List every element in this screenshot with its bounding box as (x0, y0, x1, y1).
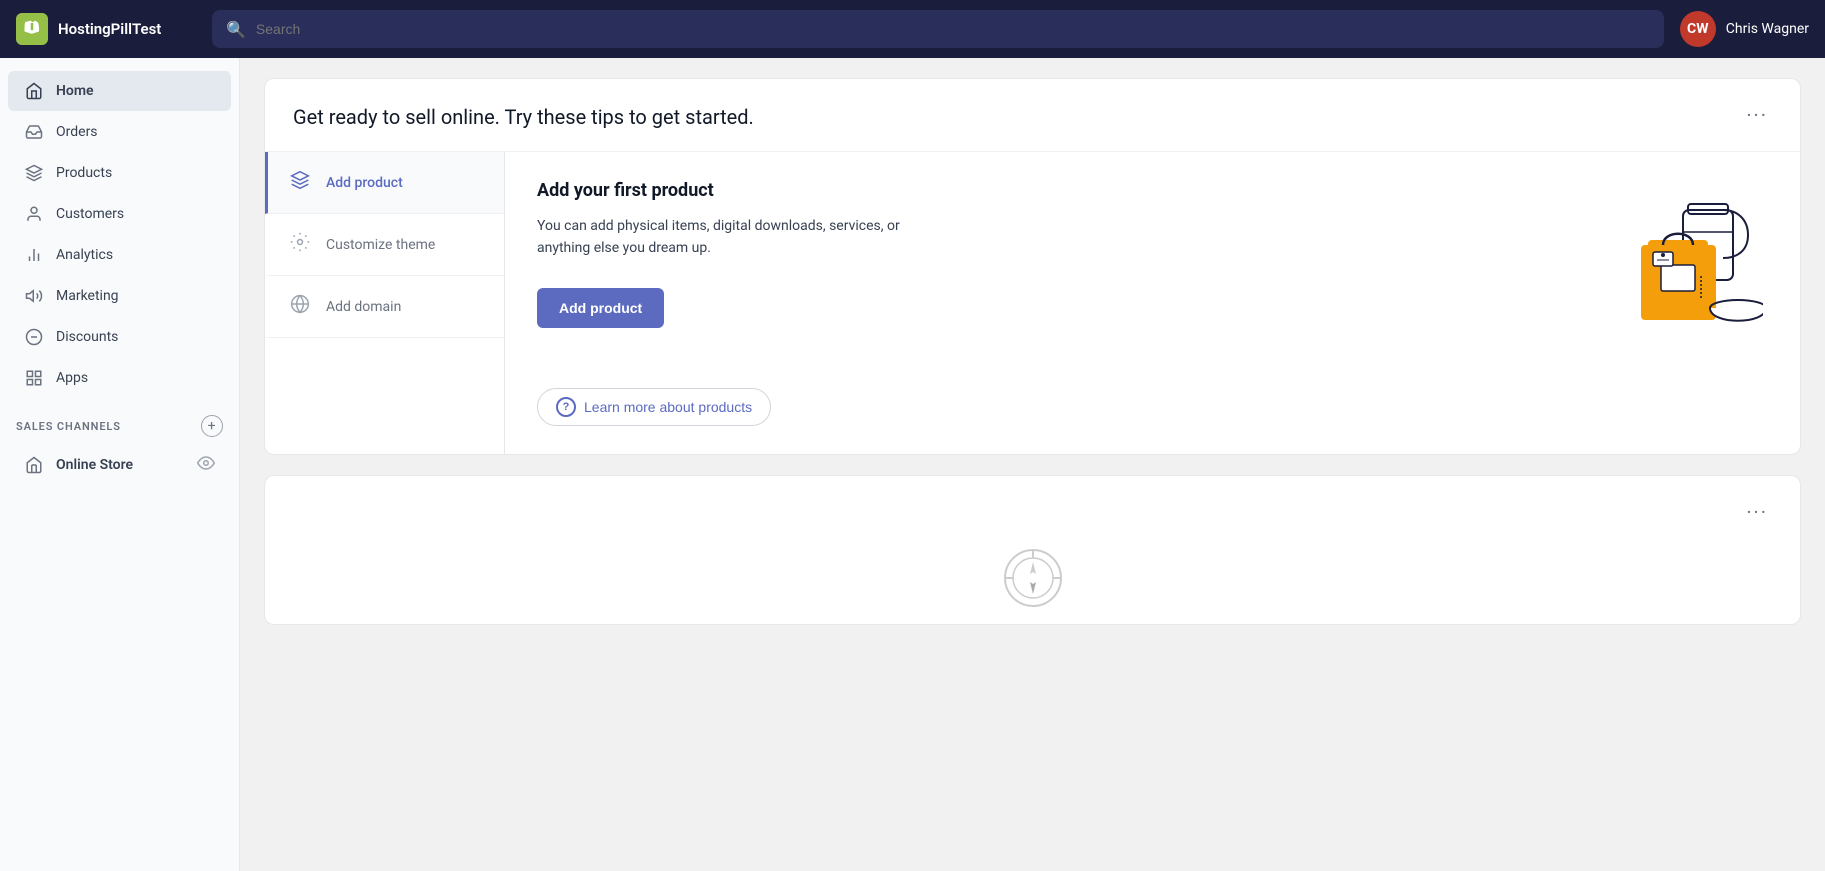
online-store-left: Online Store (24, 455, 133, 475)
learn-more-icon: ? (556, 397, 576, 417)
app-body: Home Orders Products (0, 58, 1825, 871)
tip-item-customize-theme[interactable]: Customize theme (265, 214, 504, 276)
tip-item-add-domain[interactable]: Add domain (265, 276, 504, 338)
user-menu[interactable]: CW Chris Wagner (1680, 11, 1809, 47)
product-illustration (1588, 180, 1768, 350)
tip-detail-content: Add your first product You can add physi… (537, 180, 1568, 426)
learn-more-button[interactable]: ? Learn more about products (537, 388, 771, 426)
add-product-button[interactable]: Add product (537, 288, 664, 328)
add-domain-icon (288, 294, 312, 319)
sidebar-label-marketing: Marketing (56, 288, 119, 304)
sidebar-label-apps: Apps (56, 370, 88, 386)
top-nav: HostingPillTest 🔍 CW Chris Wagner (0, 0, 1825, 58)
compass-illustration (1003, 548, 1063, 608)
online-store-label: Online Store (56, 457, 133, 473)
sidebar: Home Orders Products (0, 58, 240, 871)
more-options-button[interactable]: ··· (1742, 103, 1772, 127)
second-card-more-button[interactable]: ··· (1742, 500, 1772, 524)
customize-theme-icon (288, 232, 312, 257)
user-name: Chris Wagner (1726, 21, 1809, 37)
brand-logo[interactable]: HostingPillTest (16, 13, 196, 45)
sidebar-item-marketing[interactable]: Marketing (8, 276, 231, 316)
card-header: Get ready to sell online. Try these tips… (265, 79, 1800, 152)
sidebar-item-customers[interactable]: Customers (8, 194, 231, 234)
search-input[interactable] (256, 21, 1650, 37)
sales-channels-label: SALES CHANNELS (16, 420, 121, 433)
add-sales-channel-button[interactable]: + (201, 415, 223, 437)
tip-detail-description: You can add physical items, digital down… (537, 215, 917, 260)
customers-icon (24, 204, 44, 224)
sidebar-item-home[interactable]: Home (8, 71, 231, 111)
sidebar-item-analytics[interactable]: Analytics (8, 235, 231, 275)
sidebar-label-orders: Orders (56, 124, 98, 140)
marketing-icon (24, 286, 44, 306)
eye-icon[interactable] (197, 454, 215, 476)
tips-list: Add product Customize theme (265, 152, 505, 454)
discounts-icon (24, 327, 44, 347)
products-icon (24, 163, 44, 183)
learn-more-label: Learn more about products (584, 399, 752, 415)
orders-icon (24, 122, 44, 142)
home-icon (24, 81, 44, 101)
tip-detail-title: Add your first product (537, 180, 1568, 201)
apps-icon (24, 368, 44, 388)
sidebar-item-apps[interactable]: Apps (8, 358, 231, 398)
sidebar-label-analytics: Analytics (56, 247, 113, 263)
second-card-header: ··· (265, 476, 1800, 548)
sidebar-label-discounts: Discounts (56, 329, 118, 345)
sidebar-item-discounts[interactable]: Discounts (8, 317, 231, 357)
card-title: Get ready to sell online. Try these tips… (293, 103, 754, 131)
main-content: Get ready to sell online. Try these tips… (240, 58, 1825, 871)
search-bar[interactable]: 🔍 (212, 10, 1664, 48)
tip-item-add-product[interactable]: Add product (265, 152, 504, 214)
sidebar-label-products: Products (56, 165, 112, 181)
second-card: ··· (264, 475, 1801, 625)
tips-container: Add product Customize theme (265, 152, 1800, 454)
brand-name: HostingPillTest (58, 20, 161, 38)
sidebar-label-home: Home (56, 83, 94, 99)
analytics-icon (24, 245, 44, 265)
sidebar-label-customers: Customers (56, 206, 124, 222)
tip-label-customize-theme: Customize theme (326, 237, 435, 253)
add-product-icon (288, 170, 312, 195)
shopify-icon (16, 13, 48, 45)
sidebar-item-orders[interactable]: Orders (8, 112, 231, 152)
tip-label-add-product: Add product (326, 175, 403, 191)
tip-label-add-domain: Add domain (326, 299, 401, 315)
avatar: CW (1680, 11, 1716, 47)
sales-channels-header: SALES CHANNELS + (0, 399, 239, 443)
sidebar-item-products[interactable]: Products (8, 153, 231, 193)
tips-card: Get ready to sell online. Try these tips… (264, 78, 1801, 455)
online-store-icon (24, 455, 44, 475)
tip-detail: Add your first product You can add physi… (505, 152, 1800, 454)
sidebar-item-online-store[interactable]: Online Store (8, 444, 231, 486)
search-icon: 🔍 (226, 20, 246, 39)
